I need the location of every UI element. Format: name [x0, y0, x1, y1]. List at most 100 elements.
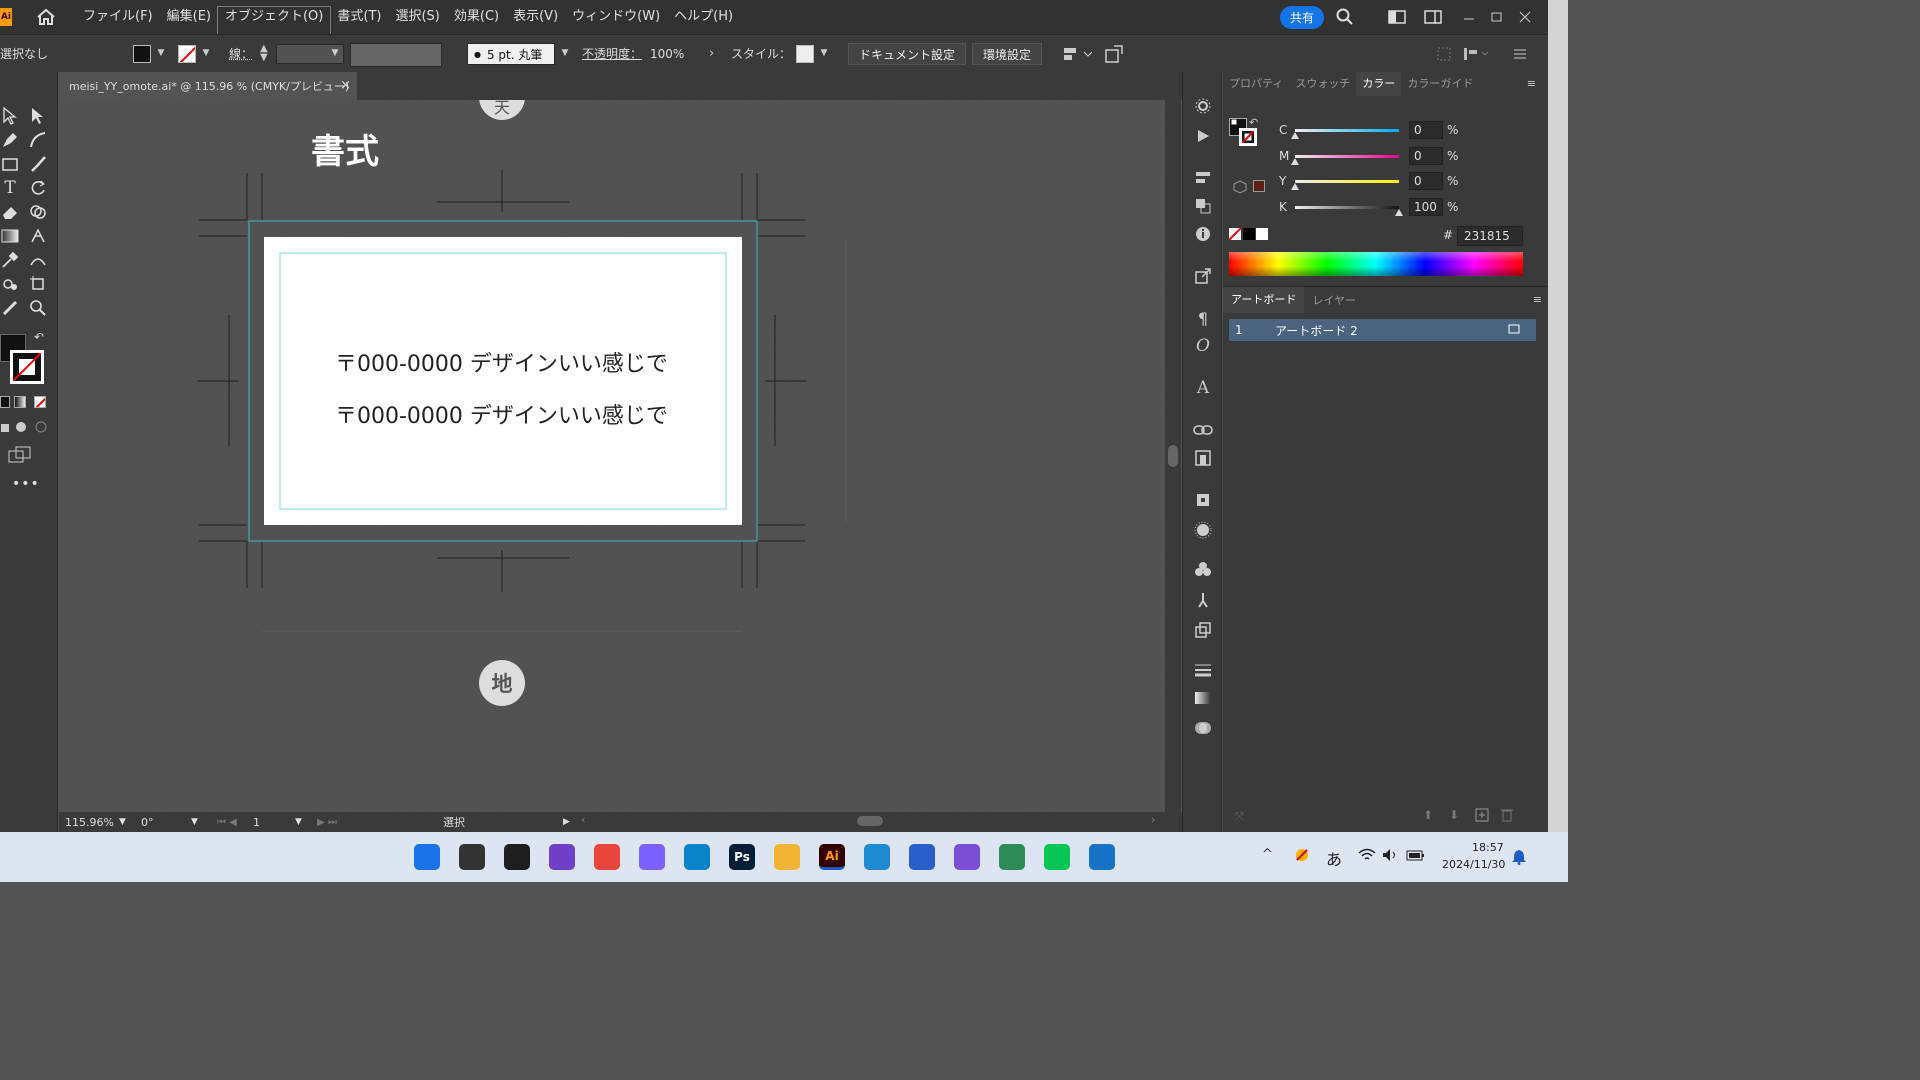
variable-width-field[interactable] — [350, 43, 442, 67]
slider-k-thumb[interactable] — [1395, 208, 1403, 216]
fill-swatch[interactable] — [133, 45, 151, 63]
character-icon[interactable]: A — [1193, 378, 1213, 398]
pen-tool-icon[interactable] — [0, 130, 20, 150]
transparency-icon[interactable] — [1193, 718, 1213, 738]
stroke-swatch[interactable] — [178, 45, 196, 63]
tab-color[interactable]: カラー — [1356, 72, 1402, 96]
actions-play-icon[interactable] — [1193, 126, 1213, 146]
export-icon[interactable] — [1193, 266, 1213, 286]
close-tab-icon[interactable]: × — [340, 78, 351, 93]
menu-window[interactable]: ウィンドウ(W) — [565, 0, 667, 34]
taskbar-github-icon[interactable] — [549, 844, 575, 870]
taskbar-figma-icon[interactable] — [504, 844, 530, 870]
slider-m-value[interactable]: 0 — [1409, 147, 1443, 165]
color-panel-menu-icon[interactable]: ≡ — [1521, 72, 1542, 96]
new-artboard-icon[interactable] — [1475, 808, 1489, 825]
black-color-swatch[interactable] — [1243, 228, 1255, 240]
rectangle-tool-icon[interactable] — [0, 154, 20, 174]
taskbar-windows-start-icon[interactable] — [414, 844, 440, 870]
closest-web-color-swatch[interactable] — [1253, 180, 1265, 192]
isolate-icon[interactable] — [1436, 46, 1452, 65]
document-setup-button[interactable]: ドキュメント設定 — [848, 43, 967, 65]
artboard-prev-icons[interactable]: ⏮ ◀ — [217, 817, 237, 828]
arrange-documents-icon[interactable] — [1388, 8, 1406, 26]
slider-m-thumb[interactable] — [1291, 157, 1299, 165]
home-icon[interactable] — [34, 5, 58, 29]
panel-default-colors-icon[interactable] — [1230, 118, 1241, 128]
slider-k-value[interactable]: 100 — [1409, 198, 1443, 216]
menu-file[interactable]: ファイル(F) — [76, 0, 160, 34]
scroll-right-icon[interactable]: › — [1151, 813, 1155, 826]
align-panel-icon[interactable] — [1193, 168, 1213, 188]
stroke-weight-dropdown-icon[interactable]: ▼ — [330, 48, 340, 58]
opacity-arrow-icon[interactable]: › — [709, 46, 714, 61]
workspace-icon[interactable] — [1424, 8, 1442, 26]
style-swatch[interactable] — [796, 45, 814, 63]
symbol-sprayer-tool-icon[interactable] — [0, 274, 20, 294]
preferences-button[interactable]: 環境設定 — [972, 43, 1043, 65]
brushes-icon[interactable] — [1193, 590, 1213, 610]
artboards-panel-icon[interactable] — [1193, 620, 1213, 640]
none-mode-icon[interactable] — [34, 396, 46, 408]
tray-overflow-icon[interactable]: ^ — [1262, 847, 1273, 862]
draw-inside-icon[interactable] — [34, 420, 48, 437]
artboard-tool-icon[interactable] — [28, 274, 48, 294]
tray-app-icon[interactable] — [1294, 847, 1310, 866]
battery-icon[interactable] — [1406, 848, 1426, 865]
slider-y-track[interactable] — [1291, 179, 1399, 190]
stroke-color-box[interactable] — [10, 350, 44, 384]
brush-dropdown-icon[interactable]: ▼ — [560, 48, 570, 58]
menu-help[interactable]: ヘルプ(H) — [667, 0, 740, 34]
tab-properties[interactable]: プロパティ — [1223, 72, 1289, 96]
rotation-value[interactable]: 0° — [141, 816, 154, 829]
gradient-panel-icon[interactable] — [1193, 688, 1213, 708]
blend-tool-icon[interactable] — [28, 250, 48, 270]
volume-icon[interactable] — [1382, 848, 1400, 865]
canvas[interactable]: 天 書式 〒000-0000 デザインいい感じで 〒000-0000 デザインい… — [59, 100, 1165, 812]
slider-c-thumb[interactable] — [1291, 131, 1299, 139]
menu-view[interactable]: 表示(V) — [506, 0, 565, 34]
taskbar-search-icon[interactable] — [459, 844, 485, 870]
clock-date[interactable]: 2024/11/30 — [1442, 858, 1505, 871]
artboard-options-icon[interactable] — [1508, 323, 1520, 337]
pathfinder-icon[interactable] — [1193, 196, 1213, 216]
menu-type[interactable]: 書式(T) — [330, 0, 388, 34]
swap-colors-icon[interactable]: ↶ — [34, 330, 44, 344]
color-mode-icon[interactable] — [0, 396, 10, 408]
address-line-1[interactable]: 〒000-0000 デザインいい感じで — [335, 346, 668, 378]
slider-y-value[interactable]: 0 — [1409, 172, 1443, 190]
symbols-icon[interactable] — [1193, 560, 1213, 580]
minimize-icon[interactable] — [1460, 8, 1478, 26]
tab-layers[interactable]: レイヤー — [1304, 292, 1364, 308]
align-icon[interactable] — [1062, 45, 1093, 66]
eraser-tool-icon[interactable] — [0, 202, 20, 222]
taskbar-clipchamp-icon[interactable] — [954, 844, 980, 870]
libraries-icon[interactable] — [1193, 448, 1213, 468]
distribute-icon[interactable] — [1462, 46, 1489, 65]
share-button[interactable]: 共有 — [1280, 6, 1324, 29]
properties-gear-icon[interactable] — [1193, 96, 1213, 116]
out-of-gamut-icon[interactable] — [1233, 180, 1247, 197]
white-color-swatch[interactable] — [1256, 228, 1268, 240]
gradient-mode-icon[interactable] — [14, 396, 26, 408]
stroke-panel-icon[interactable] — [1193, 660, 1213, 680]
brush-definition[interactable]: ● 5 pt. 丸筆 — [467, 43, 555, 65]
taskbar-chrome-profile-icon[interactable] — [999, 844, 1025, 870]
rearrange-icon[interactable]: ⤧ — [1235, 810, 1244, 824]
search-icon[interactable] — [1336, 8, 1354, 26]
eyedropper-tool-icon[interactable] — [0, 250, 20, 270]
mesh-tool-icon[interactable] — [28, 226, 48, 246]
panel-menu-icon[interactable] — [1512, 46, 1528, 65]
artboard-dropdown-icon[interactable]: ▼ — [295, 817, 302, 827]
tab-color-guide[interactable]: カラーガイド — [1401, 72, 1479, 96]
hex-field[interactable]: 231815 — [1457, 226, 1523, 246]
delete-artboard-icon[interactable] — [1501, 808, 1513, 825]
taskbar-line-icon[interactable] — [1044, 844, 1070, 870]
move-up-icon[interactable]: ⬆ — [1423, 808, 1433, 822]
taskbar-terminal-icon[interactable] — [1089, 844, 1115, 870]
menu-effect[interactable]: 効果(C) — [447, 0, 506, 34]
type-tool-icon[interactable]: T — [0, 178, 20, 198]
taskbar-copilot-icon[interactable] — [639, 844, 665, 870]
maximize-icon[interactable] — [1488, 8, 1506, 26]
ime-indicator[interactable]: あ — [1326, 846, 1342, 870]
